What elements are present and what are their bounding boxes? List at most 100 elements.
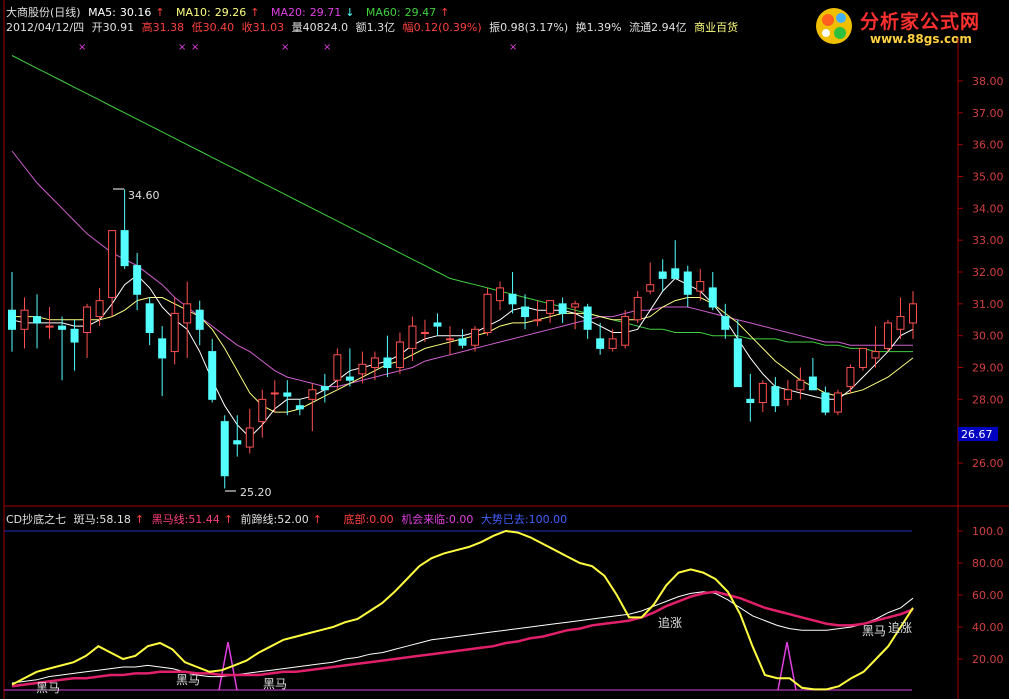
price-tick-label: 30.00: [972, 330, 1004, 343]
candle-body-down: [158, 338, 167, 359]
candle-body-down: [233, 440, 242, 445]
candle-body-up: [646, 284, 655, 292]
candle-body-up: [95, 300, 104, 318]
candle-body-down: [120, 230, 129, 267]
candle-body-up: [696, 281, 705, 292]
candle-body-up: [533, 319, 542, 322]
candle-body-down: [8, 309, 16, 330]
heima-signal: 黑马: [263, 677, 287, 691]
candle-body-down: [145, 303, 154, 333]
current-price-tag: 26.67: [958, 427, 998, 441]
candle-body-down: [220, 421, 229, 477]
price-tick-label: 26.00: [972, 457, 1004, 470]
candle-body-up: [758, 382, 767, 404]
candle-body-up: [408, 325, 417, 349]
candle-body-up: [621, 316, 630, 346]
candle-body-down: [596, 338, 605, 349]
candle-body-down: [433, 322, 442, 327]
x-marker: ×: [178, 42, 186, 53]
indicator-tick-label: 60.00: [972, 589, 1004, 602]
candle-body-down: [320, 386, 329, 391]
candle-body-down: [345, 376, 354, 381]
candle-body-down: [658, 271, 667, 279]
candle-body-up: [896, 316, 905, 330]
heima-line: [11, 590, 914, 688]
candle-body-down: [558, 303, 567, 314]
chart-canvas[interactable]: 38.00 37.00 36.00 35.00 34.00 33.00 32.00 31.00…: [0, 0, 1009, 699]
candle-body-down: [295, 405, 304, 410]
price-tick-label: 35.00: [972, 171, 1004, 184]
chart-frame: [3, 0, 1009, 699]
candle-body-up: [308, 389, 317, 400]
candle-body-down: [733, 338, 742, 388]
candle-body-up: [170, 312, 179, 353]
candle-body-up: [608, 338, 617, 349]
candle-body-down: [708, 287, 717, 308]
candle-body-up: [783, 389, 792, 400]
price-tick-label: 37.00: [972, 107, 1004, 120]
heima-signal: 黑马: [862, 624, 886, 638]
candle-body-up: [45, 325, 54, 328]
candle-body-down: [508, 293, 517, 305]
qianti-line: [11, 591, 914, 684]
signal-markers: × × × × × ×: [78, 42, 517, 53]
candle-body-down: [33, 316, 42, 324]
low-annotation: 25.20: [225, 486, 272, 499]
price-tick-label: 38.00: [972, 75, 1004, 88]
price-tick-label: 29.00: [972, 362, 1004, 375]
high-annotation: 34.60: [113, 188, 160, 202]
candle-body-up: [258, 398, 267, 423]
price-tick-label: 36.00: [972, 139, 1004, 152]
heima-signal: 黑马: [36, 681, 60, 695]
ma5-line: [11, 274, 914, 439]
candle-body-down: [683, 271, 692, 295]
candle-body-up: [333, 354, 342, 381]
candle-body-up: [909, 303, 917, 324]
high-marker: 34.60: [128, 189, 160, 202]
ma20-path: [11, 150, 913, 388]
signal-labels: 黑马 黑马 黑马 追涨 黑马 追涨: [36, 615, 912, 695]
candle-body-up: [633, 296, 642, 321]
candle-body-up: [546, 300, 555, 314]
candle-body-up: [496, 287, 505, 302]
candle-body-down: [583, 306, 592, 330]
candle-body-up: [420, 331, 429, 334]
zhuizhang-signal: 追涨: [888, 620, 912, 635]
x-marker: ×: [323, 42, 331, 53]
price-tick-label: 34.00: [972, 202, 1004, 215]
ma5-path: [11, 274, 914, 439]
price-tick-label: 28.00: [972, 393, 1004, 406]
candle-body-up: [20, 309, 29, 330]
heima-signal: 黑马: [176, 673, 200, 687]
candle-body-up: [270, 392, 279, 395]
low-marker: 25.20: [240, 486, 272, 499]
candle-body-up: [471, 328, 480, 346]
candle-body-down: [458, 338, 467, 346]
x-marker: ×: [78, 42, 86, 53]
candle-body-down: [208, 351, 217, 400]
candle-body-down: [671, 268, 680, 279]
candle-body-down: [721, 316, 730, 330]
candle-body-down: [771, 386, 780, 407]
candle-body-down: [70, 328, 79, 343]
candle-body-down: [58, 325, 67, 330]
zhuizhang-signal: 追涨: [658, 615, 682, 630]
candle-body-down: [521, 306, 530, 318]
candle-body-up: [858, 347, 867, 368]
candle-body-down: [195, 309, 204, 330]
indicator-axis: 100.0 80.00 60.00 40.00 20.00: [958, 525, 1004, 666]
candle-body-down: [383, 357, 392, 369]
price-tick-label: 32.00: [972, 266, 1004, 279]
indicator-tick-label: 80.00: [972, 557, 1004, 570]
candle-body-up: [83, 306, 92, 333]
candle-body-up: [483, 293, 492, 333]
x-marker: ×: [191, 42, 199, 53]
candle-body-up: [871, 351, 880, 359]
indicator-tick-label: 40.00: [972, 621, 1004, 634]
candle-body-up: [245, 427, 254, 448]
candle-body-down: [746, 398, 755, 404]
candle-body-up: [183, 303, 192, 324]
candle-body-down: [133, 265, 142, 295]
indicator-tick-label: 100.0: [972, 525, 1004, 538]
candle-body-up: [370, 357, 379, 369]
